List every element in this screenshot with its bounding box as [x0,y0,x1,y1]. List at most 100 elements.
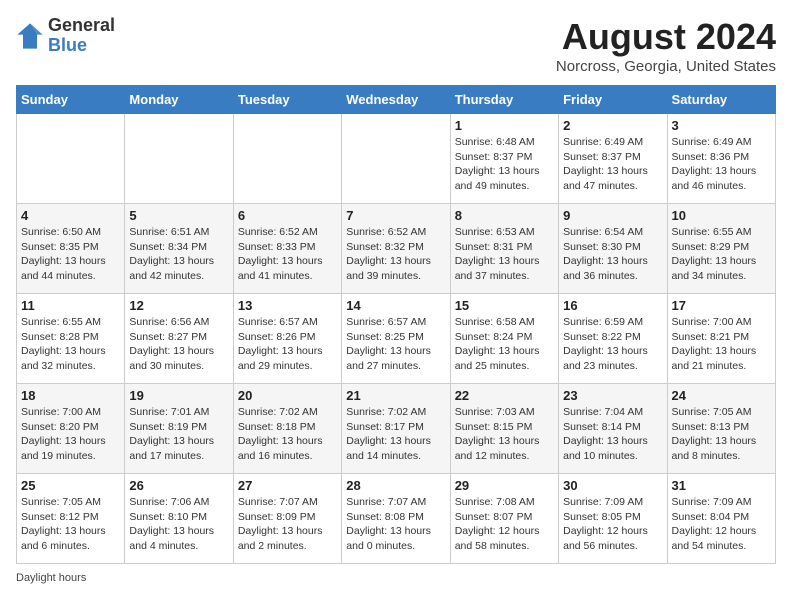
location-subtitle: Norcross, Georgia, United States [556,58,776,75]
day-number: 28 [346,478,445,493]
calendar-cell-3-5: 23 Sunrise: 7:04 AM Sunset: 8:14 PM Dayli… [559,384,667,474]
title-area: August 2024 Norcross, Georgia, United St… [556,16,776,75]
day-number: 13 [238,298,337,313]
weekday-header-thursday: Thursday [450,86,558,114]
month-year-title: August 2024 [556,16,776,58]
calendar-header: SundayMondayTuesdayWednesdayThursdayFrid… [17,86,776,114]
day-number: 23 [563,388,662,403]
day-info: Sunrise: 6:50 AM Sunset: 8:35 PM Dayligh… [21,225,120,284]
day-info: Sunrise: 7:09 AM Sunset: 8:04 PM Dayligh… [672,495,771,554]
day-info: Sunrise: 7:05 AM Sunset: 8:12 PM Dayligh… [21,495,120,554]
day-number: 2 [563,118,662,133]
calendar-cell-2-2: 13 Sunrise: 6:57 AM Sunset: 8:26 PM Dayli… [233,294,341,384]
day-info: Sunrise: 6:49 AM Sunset: 8:36 PM Dayligh… [672,135,771,194]
day-info: Sunrise: 6:56 AM Sunset: 8:27 PM Dayligh… [129,315,228,374]
day-number: 15 [455,298,554,313]
day-number: 16 [563,298,662,313]
day-number: 27 [238,478,337,493]
calendar-cell-1-3: 7 Sunrise: 6:52 AM Sunset: 8:32 PM Daylig… [342,204,450,294]
calendar-cell-4-6: 31Sunrise: 7:09 AM Sunset: 8:04 PM Dayli… [667,474,775,564]
calendar-cell-0-4: 1 Sunrise: 6:48 AM Sunset: 8:37 PM Daylig… [450,114,558,204]
calendar-cell-2-0: 11 Sunrise: 6:55 AM Sunset: 8:28 PM Dayli… [17,294,125,384]
calendar-cell-4-1: 26 Sunrise: 7:06 AM Sunset: 8:10 PM Dayli… [125,474,233,564]
day-info: Sunrise: 6:59 AM Sunset: 8:22 PM Dayligh… [563,315,662,374]
day-info: Sunrise: 6:51 AM Sunset: 8:34 PM Dayligh… [129,225,228,284]
day-info: Sunrise: 6:48 AM Sunset: 8:37 PM Dayligh… [455,135,554,194]
day-info: Sunrise: 7:00 AM Sunset: 8:20 PM Dayligh… [21,405,120,464]
calendar-cell-0-2 [233,114,341,204]
day-number: 30 [563,478,662,493]
day-info: Sunrise: 7:05 AM Sunset: 8:13 PM Dayligh… [672,405,771,464]
calendar-cell-1-2: 6 Sunrise: 6:52 AM Sunset: 8:33 PM Daylig… [233,204,341,294]
legend: Daylight hours [16,572,776,584]
calendar-cell-1-1: 5 Sunrise: 6:51 AM Sunset: 8:34 PM Daylig… [125,204,233,294]
day-number: 17 [672,298,771,313]
day-info: Sunrise: 7:01 AM Sunset: 8:19 PM Dayligh… [129,405,228,464]
day-info: Sunrise: 7:08 AM Sunset: 8:07 PM Dayligh… [455,495,554,554]
day-number: 11 [21,298,120,313]
day-info: Sunrise: 6:57 AM Sunset: 8:26 PM Dayligh… [238,315,337,374]
weekday-header-monday: Monday [125,86,233,114]
calendar-cell-0-3 [342,114,450,204]
day-info: Sunrise: 6:52 AM Sunset: 8:33 PM Dayligh… [238,225,337,284]
logo-icon [16,22,44,50]
day-number: 26 [129,478,228,493]
day-number: 7 [346,208,445,223]
day-number: 12 [129,298,228,313]
weekday-header-saturday: Saturday [667,86,775,114]
calendar-cell-2-3: 14Sunrise: 6:57 AM Sunset: 8:25 PM Dayli… [342,294,450,384]
day-number: 29 [455,478,554,493]
calendar-cell-1-0: 4 Sunrise: 6:50 AM Sunset: 8:35 PM Daylig… [17,204,125,294]
weekday-header-friday: Friday [559,86,667,114]
calendar-cell-3-1: 19 Sunrise: 7:01 AM Sunset: 8:19 PM Dayli… [125,384,233,474]
calendar-cell-3-0: 18 Sunrise: 7:00 AM Sunset: 8:20 PM Dayli… [17,384,125,474]
calendar-week-0: 1 Sunrise: 6:48 AM Sunset: 8:37 PM Daylig… [17,114,776,204]
day-info: Sunrise: 7:04 AM Sunset: 8:14 PM Dayligh… [563,405,662,464]
day-info: Sunrise: 6:55 AM Sunset: 8:29 PM Dayligh… [672,225,771,284]
day-info: Sunrise: 7:03 AM Sunset: 8:15 PM Dayligh… [455,405,554,464]
calendar-cell-0-0 [17,114,125,204]
day-info: Sunrise: 6:55 AM Sunset: 8:28 PM Dayligh… [21,315,120,374]
calendar-cell-3-4: 22Sunrise: 7:03 AM Sunset: 8:15 PM Dayli… [450,384,558,474]
legend-text: Daylight hours [16,572,86,584]
day-number: 19 [129,388,228,403]
calendar-cell-3-3: 21 Sunrise: 7:02 AM Sunset: 8:17 PM Dayli… [342,384,450,474]
day-info: Sunrise: 7:02 AM Sunset: 8:18 PM Dayligh… [238,405,337,464]
calendar-table: SundayMondayTuesdayWednesdayThursdayFrid… [16,85,776,564]
calendar-body: 1 Sunrise: 6:48 AM Sunset: 8:37 PM Daylig… [17,114,776,564]
calendar-cell-4-0: 25 Sunrise: 7:05 AM Sunset: 8:12 PM Dayli… [17,474,125,564]
weekday-header-sunday: Sunday [17,86,125,114]
calendar-week-2: 11 Sunrise: 6:55 AM Sunset: 8:28 PM Dayli… [17,294,776,384]
day-info: Sunrise: 6:49 AM Sunset: 8:37 PM Dayligh… [563,135,662,194]
day-number: 1 [455,118,554,133]
calendar-cell-1-6: 10Sunrise: 6:55 AM Sunset: 8:29 PM Dayli… [667,204,775,294]
calendar-cell-2-5: 16 Sunrise: 6:59 AM Sunset: 8:22 PM Dayli… [559,294,667,384]
calendar-week-1: 4 Sunrise: 6:50 AM Sunset: 8:35 PM Daylig… [17,204,776,294]
calendar-cell-0-6: 3 Sunrise: 6:49 AM Sunset: 8:36 PM Daylig… [667,114,775,204]
day-info: Sunrise: 7:07 AM Sunset: 8:08 PM Dayligh… [346,495,445,554]
day-info: Sunrise: 6:58 AM Sunset: 8:24 PM Dayligh… [455,315,554,374]
day-info: Sunrise: 7:09 AM Sunset: 8:05 PM Dayligh… [563,495,662,554]
day-number: 21 [346,388,445,403]
day-number: 25 [21,478,120,493]
logo-general-text: General [48,16,115,36]
calendar-cell-4-3: 28 Sunrise: 7:07 AM Sunset: 8:08 PM Dayli… [342,474,450,564]
day-info: Sunrise: 6:53 AM Sunset: 8:31 PM Dayligh… [455,225,554,284]
day-number: 6 [238,208,337,223]
day-number: 18 [21,388,120,403]
calendar-week-3: 18 Sunrise: 7:00 AM Sunset: 8:20 PM Dayli… [17,384,776,474]
day-number: 3 [672,118,771,133]
calendar-cell-0-5: 2 Sunrise: 6:49 AM Sunset: 8:37 PM Daylig… [559,114,667,204]
day-number: 4 [21,208,120,223]
logo: General Blue [16,16,115,56]
day-info: Sunrise: 6:52 AM Sunset: 8:32 PM Dayligh… [346,225,445,284]
page-header: General Blue August 2024 Norcross, Georg… [16,16,776,75]
day-info: Sunrise: 7:02 AM Sunset: 8:17 PM Dayligh… [346,405,445,464]
calendar-cell-3-2: 20Sunrise: 7:02 AM Sunset: 8:18 PM Dayli… [233,384,341,474]
day-info: Sunrise: 6:54 AM Sunset: 8:30 PM Dayligh… [563,225,662,284]
day-info: Sunrise: 7:06 AM Sunset: 8:10 PM Dayligh… [129,495,228,554]
day-info: Sunrise: 7:00 AM Sunset: 8:21 PM Dayligh… [672,315,771,374]
calendar-week-4: 25 Sunrise: 7:05 AM Sunset: 8:12 PM Dayli… [17,474,776,564]
weekday-header-tuesday: Tuesday [233,86,341,114]
day-number: 5 [129,208,228,223]
